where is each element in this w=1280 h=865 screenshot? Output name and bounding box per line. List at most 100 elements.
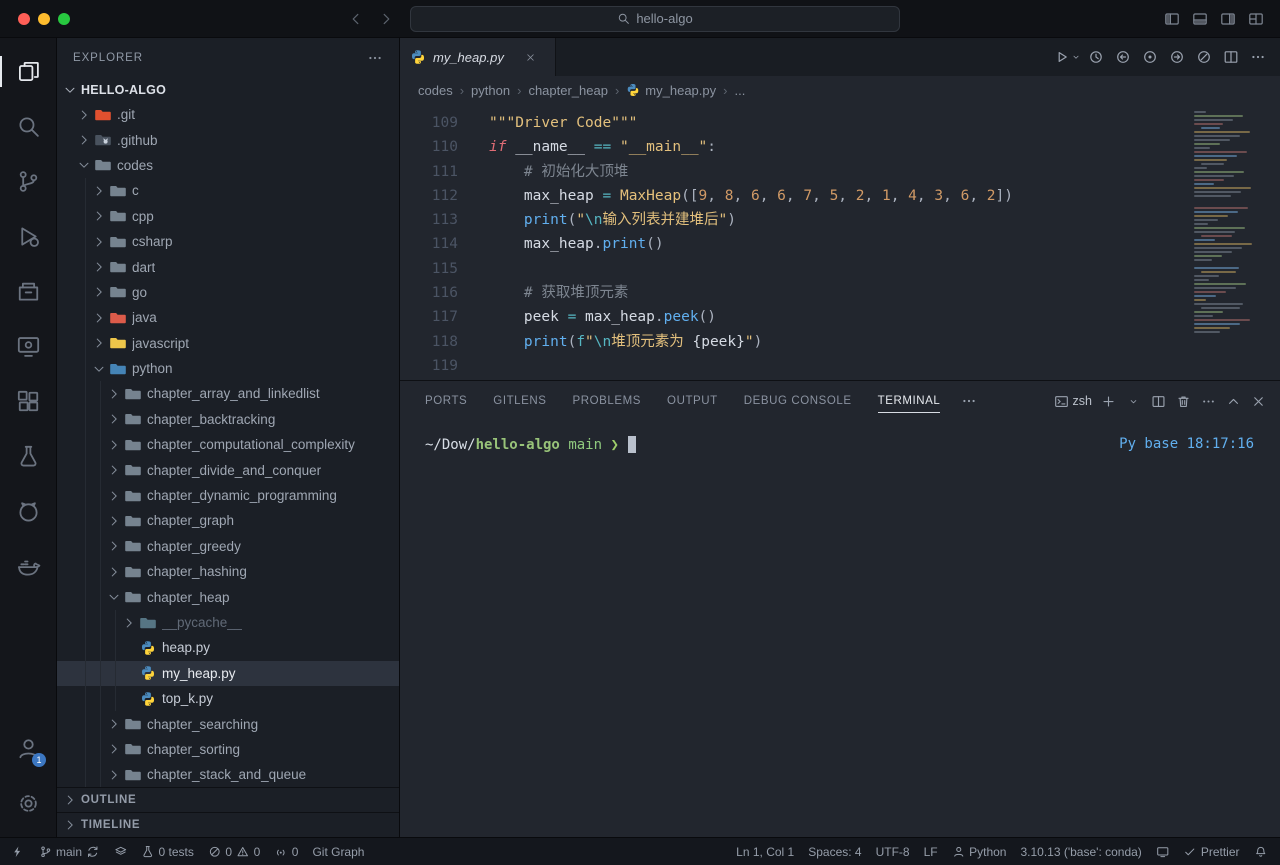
new-terminal-button[interactable] — [1097, 388, 1120, 414]
tree-item-chapter-greedy[interactable]: chapter_greedy — [57, 534, 399, 559]
minimize-window-button[interactable] — [38, 13, 50, 25]
panel-more-button[interactable] — [1197, 388, 1220, 414]
section-outline[interactable]: OUTLINE — [57, 787, 399, 812]
breadcrumb-item-python[interactable]: python — [471, 83, 510, 98]
tree-item-dart[interactable]: dart — [57, 254, 399, 279]
tree-item-javascript[interactable]: javascript — [57, 331, 399, 356]
layout-customize-icon[interactable] — [1248, 11, 1264, 27]
maximize-panel-button[interactable] — [1222, 388, 1245, 414]
tree-item-csharp[interactable]: csharp — [57, 229, 399, 254]
code-line-111[interactable]: 111 # 初始化大顶堆 — [400, 160, 1280, 184]
panel-tab-problems[interactable]: PROBLEMS — [560, 381, 655, 421]
tree-item-github[interactable]: .github — [57, 127, 399, 152]
panel-tabs-more-icon[interactable] — [953, 393, 985, 409]
more-actions-button[interactable] — [1246, 44, 1270, 70]
code-line-114[interactable]: 114 max_heap.print() — [400, 232, 1280, 256]
code-line-112[interactable]: 112 max_heap = MaxHeap([9, 8, 6, 6, 7, 5… — [400, 184, 1280, 208]
status-notifications[interactable] — [1247, 838, 1275, 865]
tree-item-heap-py[interactable]: heap.py — [57, 635, 399, 660]
status-prettier[interactable]: Prettier — [1176, 838, 1246, 865]
status-git-graph[interactable]: Git Graph — [305, 838, 371, 865]
code-line-117[interactable]: 117 peek = max_heap.peek() — [400, 305, 1280, 329]
tree-item-chapter-hashing[interactable]: chapter_hashing — [57, 559, 399, 584]
tree-item-chapter-computational-complexity[interactable]: chapter_computational_complexity — [57, 432, 399, 457]
tree-item-chapter-array-and-linkedlist[interactable]: chapter_array_and_linkedlist — [57, 381, 399, 406]
zoom-window-button[interactable] — [58, 13, 70, 25]
tree-item-python[interactable]: python — [57, 356, 399, 381]
explorer-more-actions-icon[interactable] — [367, 50, 383, 66]
tree-item-my-heap-py[interactable]: my_heap.py — [57, 661, 399, 686]
forward-icon[interactable] — [378, 11, 394, 27]
tree-item-chapter-stack-and-queue[interactable]: chapter_stack_and_queue — [57, 762, 399, 787]
tree-item-chapter-graph[interactable]: chapter_graph — [57, 508, 399, 533]
split-editor-button[interactable] — [1219, 44, 1243, 70]
activity-bar-item-github[interactable] — [0, 484, 56, 539]
code-editor[interactable]: 109"""Driver Code"""110if __name__ == "_… — [400, 104, 1280, 380]
close-window-button[interactable] — [18, 13, 30, 25]
status-python-interpreter[interactable]: 3.10.13 ('base': conda) — [1013, 838, 1148, 865]
breadcrumb-item-codes[interactable]: codes — [418, 83, 453, 98]
tree-item-chapter-sorting[interactable]: chapter_sorting — [57, 737, 399, 762]
open-changes-button[interactable] — [1138, 44, 1162, 70]
minimap[interactable] — [1192, 111, 1266, 335]
run-button[interactable] — [1054, 44, 1081, 70]
activity-bar-item-explorer[interactable] — [0, 44, 56, 99]
tree-item-git[interactable]: .git — [57, 102, 399, 127]
kill-terminal-button[interactable] — [1172, 388, 1195, 414]
activity-bar-item-source-control[interactable] — [0, 154, 56, 209]
status-problems[interactable]: 00 — [201, 838, 267, 865]
activity-bar-item-settings[interactable] — [0, 776, 56, 831]
close-panel-button[interactable] — [1247, 388, 1270, 414]
activity-bar-item-accounts[interactable]: 1 — [0, 721, 56, 776]
status-eol[interactable]: LF — [917, 838, 945, 865]
code-line-115[interactable]: 115 — [400, 257, 1280, 281]
breadcrumb-item-chapter-heap[interactable]: chapter_heap — [528, 83, 608, 98]
panel-tab-ports[interactable]: PORTS — [412, 381, 480, 421]
status-gitlens-layers[interactable] — [107, 838, 135, 865]
activity-bar-item-testing[interactable] — [0, 429, 56, 484]
open-changes-prev-button[interactable] — [1111, 44, 1135, 70]
tree-item-chapter-searching[interactable]: chapter_searching — [57, 711, 399, 736]
tree-item-chapter-divide-and-conquer[interactable]: chapter_divide_and_conquer — [57, 457, 399, 482]
code-line-116[interactable]: 116 # 获取堆顶元素 — [400, 281, 1280, 305]
terminal[interactable]: ~/Dow/hello-algo main ❯Py base 18:17:16 — [400, 421, 1280, 837]
tree-item-chapter-backtracking[interactable]: chapter_backtracking — [57, 407, 399, 432]
section-timeline[interactable]: TIMELINE — [57, 812, 399, 837]
terminal-dropdown[interactable] — [1122, 388, 1145, 414]
panel-tab-output[interactable]: OUTPUT — [654, 381, 731, 421]
layout-panel-icon[interactable] — [1192, 11, 1208, 27]
breadcrumb-item-my-heap-py[interactable]: my_heap.py — [626, 83, 716, 98]
tree-root-hello-algo[interactable]: HELLO-ALGO — [57, 78, 399, 102]
code-line-109[interactable]: 109"""Driver Code""" — [400, 111, 1280, 135]
status-ports[interactable]: 0 — [267, 838, 305, 865]
code-line-110[interactable]: 110if __name__ == "__main__": — [400, 135, 1280, 159]
status-tests[interactable]: 0 tests — [134, 838, 201, 865]
status-git-branch[interactable]: main — [32, 838, 107, 865]
open-changes-next-button[interactable] — [1165, 44, 1189, 70]
file-history-button[interactable] — [1084, 44, 1108, 70]
breadcrumb-item--[interactable]: ... — [734, 83, 745, 98]
activity-bar-item-folder-library[interactable] — [0, 264, 56, 319]
status-indentation[interactable]: Spaces: 4 — [801, 838, 868, 865]
tree-item-chapter-heap[interactable]: chapter_heap — [57, 584, 399, 609]
back-icon[interactable] — [348, 11, 364, 27]
status-encoding[interactable]: UTF-8 — [869, 838, 917, 865]
activity-bar-item-remote-explorer[interactable] — [0, 319, 56, 374]
tab-my-heap-py[interactable]: my_heap.py — [400, 38, 556, 76]
tree-item-go[interactable]: go — [57, 280, 399, 305]
layout-sidebar-left-icon[interactable] — [1164, 11, 1180, 27]
tree-item-cpp[interactable]: cpp — [57, 204, 399, 229]
code-line-119[interactable]: 119 — [400, 354, 1280, 378]
tree-item-pycache[interactable]: __pycache__ — [57, 610, 399, 635]
split-terminal-button[interactable] — [1147, 388, 1170, 414]
panel-tab-debug-console[interactable]: DEBUG CONSOLE — [731, 381, 865, 421]
status-cursor-position[interactable]: Ln 1, Col 1 — [729, 838, 801, 865]
activity-bar-item-docker[interactable] — [0, 539, 56, 594]
tree-item-codes[interactable]: codes — [57, 153, 399, 178]
tree-item-c[interactable]: c — [57, 178, 399, 203]
tree-item-java[interactable]: java — [57, 305, 399, 330]
panel-tab-gitlens[interactable]: GITLENS — [480, 381, 559, 421]
shell-select[interactable]: zsh — [1051, 388, 1095, 414]
status-screen-status[interactable] — [1149, 838, 1177, 865]
activity-bar-item-search[interactable] — [0, 99, 56, 154]
